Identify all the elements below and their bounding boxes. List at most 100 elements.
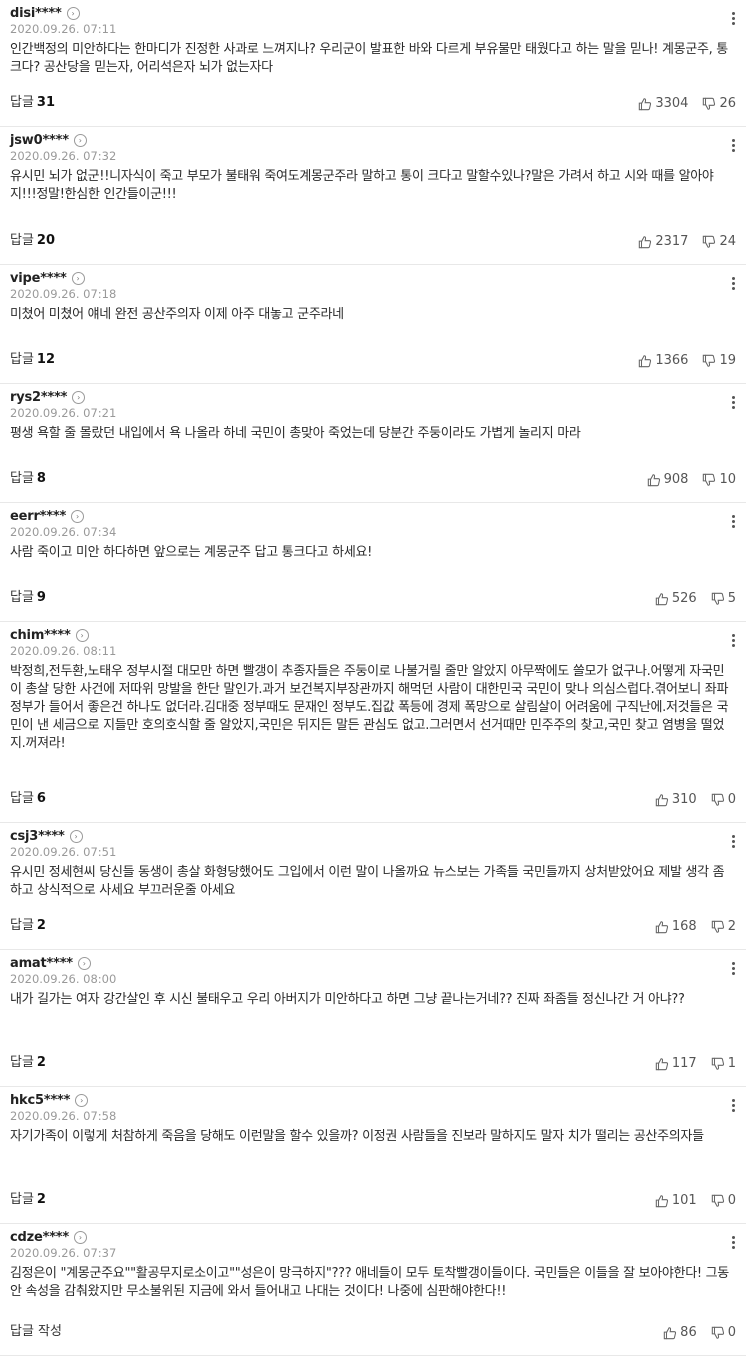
vote-group: 2317 24 bbox=[638, 234, 736, 249]
like-button[interactable]: 1366 bbox=[638, 353, 688, 368]
reply-count: 2 bbox=[36, 1192, 46, 1207]
more-options-icon[interactable] bbox=[732, 634, 736, 649]
like-button[interactable]: 908 bbox=[647, 472, 688, 487]
profile-arrow-icon[interactable]: › bbox=[71, 510, 85, 523]
reply-button[interactable]: 답글 2 bbox=[10, 914, 46, 933]
reply-count: 2 bbox=[36, 1055, 46, 1070]
more-options-icon[interactable] bbox=[732, 1236, 736, 1251]
profile-arrow-icon[interactable]: › bbox=[66, 7, 80, 20]
reply-count: 9 bbox=[36, 590, 46, 605]
profile-arrow-icon[interactable]: › bbox=[71, 272, 85, 285]
comment-nickname[interactable]: disi**** bbox=[10, 6, 62, 21]
comment-header: amat**** › bbox=[10, 956, 91, 971]
comment-header: chim**** › bbox=[10, 628, 89, 643]
comment-nickname[interactable]: eerr**** bbox=[10, 509, 66, 524]
more-options-icon[interactable] bbox=[732, 139, 736, 154]
thumbs-down-icon bbox=[711, 1194, 728, 1208]
like-button[interactable]: 101 bbox=[655, 1193, 697, 1208]
more-options-icon[interactable] bbox=[732, 1099, 736, 1114]
comment-item: disi**** › 2020.09.26. 07:11 인간백정의 미안하다는… bbox=[0, 0, 746, 127]
comment-date: 2020.09.26. 07:37 bbox=[10, 1246, 117, 1260]
thumbs-up-icon bbox=[655, 1194, 672, 1208]
comment-date: 2020.09.26. 07:18 bbox=[10, 287, 117, 301]
reply-count: 2 bbox=[36, 918, 46, 933]
more-options-icon[interactable] bbox=[732, 12, 736, 27]
dislike-button[interactable]: 0 bbox=[711, 1325, 736, 1340]
reply-button[interactable]: 답글 20 bbox=[10, 229, 55, 248]
like-button[interactable]: 2317 bbox=[638, 234, 688, 249]
comment-date: 2020.09.26. 08:00 bbox=[10, 972, 117, 986]
thumbs-down-icon bbox=[711, 592, 728, 606]
reply-button[interactable]: 답글 작성 bbox=[10, 1320, 65, 1339]
comment-nickname[interactable]: vipe**** bbox=[10, 271, 67, 286]
dislike-count: 0 bbox=[727, 792, 736, 807]
comment-item: rys2**** › 2020.09.26. 07:21 평생 욕할 줄 몰랐던… bbox=[0, 384, 746, 503]
comment-nickname[interactable]: chim**** bbox=[10, 628, 71, 643]
dislike-button[interactable]: 0 bbox=[711, 1193, 736, 1208]
thumbs-up-icon bbox=[638, 235, 655, 249]
like-button[interactable]: 3304 bbox=[638, 96, 688, 111]
comment-nickname[interactable]: hkc5**** bbox=[10, 1093, 70, 1108]
profile-arrow-icon[interactable]: › bbox=[69, 830, 83, 843]
reply-button[interactable]: 답글 2 bbox=[10, 1051, 46, 1070]
reply-label: 답글 bbox=[10, 471, 34, 486]
comment-nickname[interactable]: jsw0**** bbox=[10, 133, 69, 148]
more-options-icon[interactable] bbox=[732, 396, 736, 411]
dislike-count: 5 bbox=[727, 591, 736, 606]
comment-text: 미쳤어 미쳤어 얘네 완전 공산주의자 이제 아주 대놓고 군주라네 bbox=[10, 307, 344, 322]
more-options-icon[interactable] bbox=[732, 277, 736, 292]
thumbs-down-icon bbox=[711, 920, 728, 934]
profile-arrow-icon[interactable]: › bbox=[74, 1231, 87, 1244]
like-button[interactable]: 86 bbox=[663, 1325, 697, 1340]
reply-label: 답글 bbox=[10, 590, 34, 605]
profile-arrow-icon[interactable]: › bbox=[75, 629, 89, 642]
profile-arrow-icon[interactable]: › bbox=[77, 957, 91, 970]
dislike-button[interactable]: 26 bbox=[702, 96, 736, 111]
more-options-icon[interactable] bbox=[732, 962, 736, 977]
like-button[interactable]: 117 bbox=[655, 1056, 697, 1071]
dislike-button[interactable]: 1 bbox=[711, 1056, 736, 1071]
like-button[interactable]: 310 bbox=[655, 792, 697, 807]
profile-arrow-icon[interactable]: › bbox=[73, 134, 87, 147]
comment-header: cdze**** › bbox=[10, 1230, 87, 1245]
vote-group: 908 10 bbox=[647, 472, 736, 487]
comment-header: csj3**** › bbox=[10, 829, 83, 844]
profile-arrow-icon[interactable]: › bbox=[72, 391, 86, 404]
dislike-button[interactable]: 19 bbox=[702, 353, 736, 368]
comment-nickname[interactable]: csj3**** bbox=[10, 829, 65, 844]
dislike-button[interactable]: 0 bbox=[711, 792, 736, 807]
reply-label: 답글 bbox=[10, 1192, 34, 1207]
dislike-button[interactable]: 5 bbox=[711, 591, 736, 606]
comment-item: vipe**** › 2020.09.26. 07:18 미쳤어 미쳤어 얘네 … bbox=[0, 265, 746, 384]
comment-header: disi**** › bbox=[10, 6, 80, 21]
thumbs-down-icon bbox=[702, 235, 719, 249]
comment-date: 2020.09.26. 07:51 bbox=[10, 845, 117, 859]
comment-nickname[interactable]: rys2**** bbox=[10, 390, 67, 405]
profile-arrow-icon[interactable]: › bbox=[75, 1094, 89, 1107]
dislike-button[interactable]: 24 bbox=[702, 234, 736, 249]
reply-button[interactable]: 답글 8 bbox=[10, 467, 46, 486]
reply-button[interactable]: 답글 6 bbox=[10, 787, 46, 806]
reply-button[interactable]: 답글 9 bbox=[10, 586, 46, 605]
reply-button[interactable]: 답글 12 bbox=[10, 348, 55, 367]
comment-nickname[interactable]: cdze**** bbox=[10, 1230, 69, 1245]
like-button[interactable]: 168 bbox=[655, 919, 697, 934]
reply-button[interactable]: 답글 31 bbox=[10, 91, 55, 110]
reply-label: 답글 bbox=[10, 918, 34, 933]
like-button[interactable]: 526 bbox=[655, 591, 697, 606]
more-options-icon[interactable] bbox=[732, 515, 736, 530]
comment-text: 유시민 뇌가 없군!!니자식이 죽고 부모가 불태워 죽여도계몽군주라 말하고 … bbox=[10, 169, 714, 202]
reply-label: 답글 작성 bbox=[10, 1324, 62, 1339]
reply-count: 20 bbox=[36, 233, 56, 248]
dislike-button[interactable]: 10 bbox=[702, 472, 736, 487]
comment-text: 자기가족이 이렇게 처참하게 죽음을 당해도 이런말을 할수 있을까? 이정권 … bbox=[10, 1129, 704, 1144]
more-options-icon[interactable] bbox=[732, 835, 736, 850]
reply-label: 답글 bbox=[10, 95, 34, 110]
comment-nickname[interactable]: amat**** bbox=[10, 956, 73, 971]
comment-header: vipe**** › bbox=[10, 271, 85, 286]
reply-count: 8 bbox=[36, 471, 46, 486]
dislike-count: 24 bbox=[719, 234, 736, 249]
reply-label: 답글 bbox=[10, 1055, 34, 1070]
reply-button[interactable]: 답글 2 bbox=[10, 1188, 46, 1207]
dislike-button[interactable]: 2 bbox=[711, 919, 736, 934]
